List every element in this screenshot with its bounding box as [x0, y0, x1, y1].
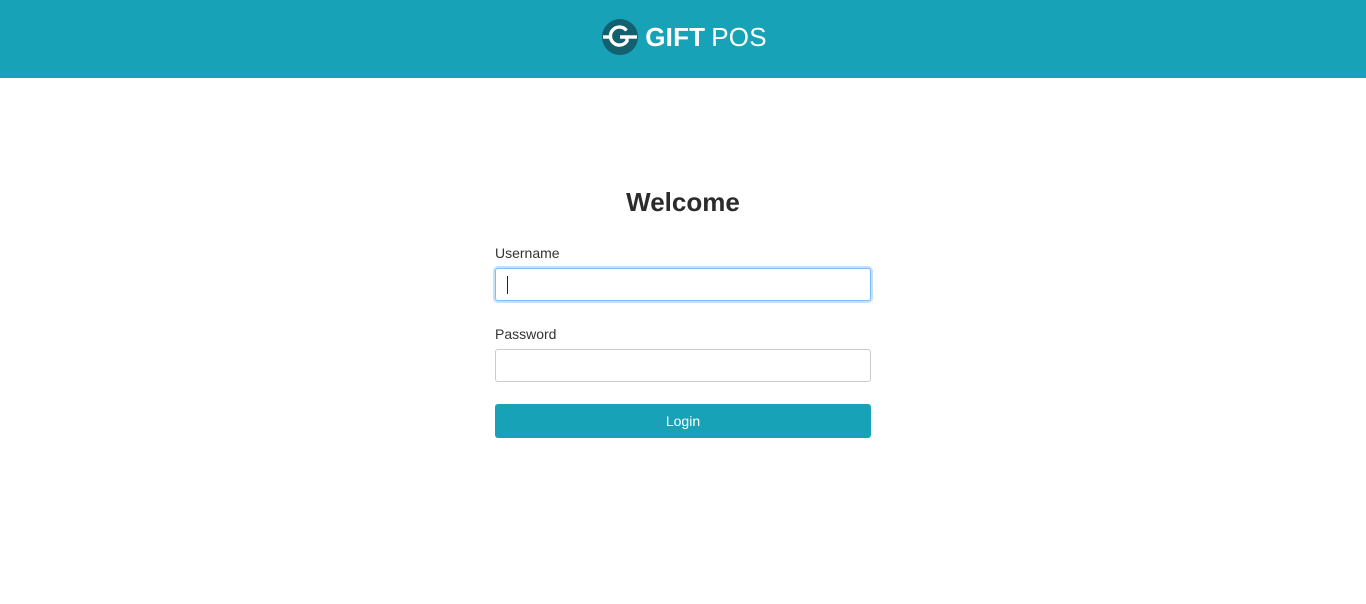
password-input[interactable]	[495, 349, 871, 382]
brand-name: GIFT POS	[645, 24, 767, 50]
page-title: Welcome	[626, 187, 740, 217]
username-input[interactable]	[495, 268, 871, 301]
username-label: Username	[495, 245, 560, 261]
password-label: Password	[495, 326, 557, 342]
brand-name-light: POS	[711, 21, 767, 52]
brand-logo[interactable]: GIFT POS	[602, 18, 767, 55]
login-button[interactable]: Login	[495, 404, 871, 438]
login-form: Welcome Username Password Login	[495, 184, 871, 438]
username-field-wrapper	[495, 268, 871, 301]
brand-name-bold: GIFT	[645, 21, 706, 52]
gift-pos-logo-icon	[602, 18, 639, 55]
text-caret	[507, 276, 508, 294]
top-header-bar: GIFT POS	[0, 0, 1366, 78]
